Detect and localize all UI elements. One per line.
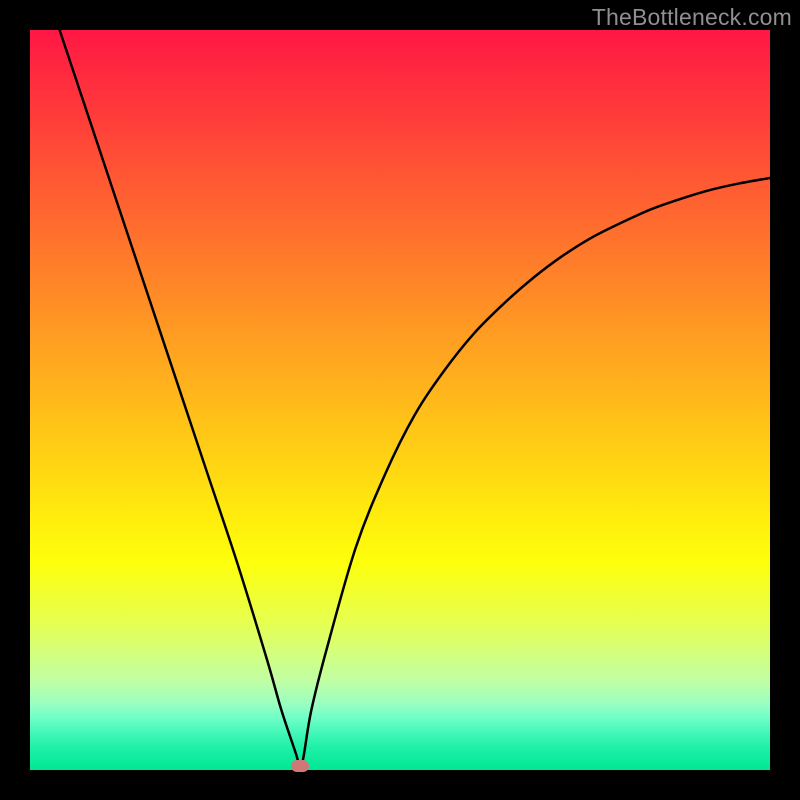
bottleneck-curve <box>60 30 770 770</box>
chart-frame: TheBottleneck.com <box>0 0 800 800</box>
optimal-point-marker <box>291 760 309 772</box>
watermark-text: TheBottleneck.com <box>592 4 792 31</box>
curve-svg <box>30 30 770 770</box>
plot-area <box>30 30 770 770</box>
